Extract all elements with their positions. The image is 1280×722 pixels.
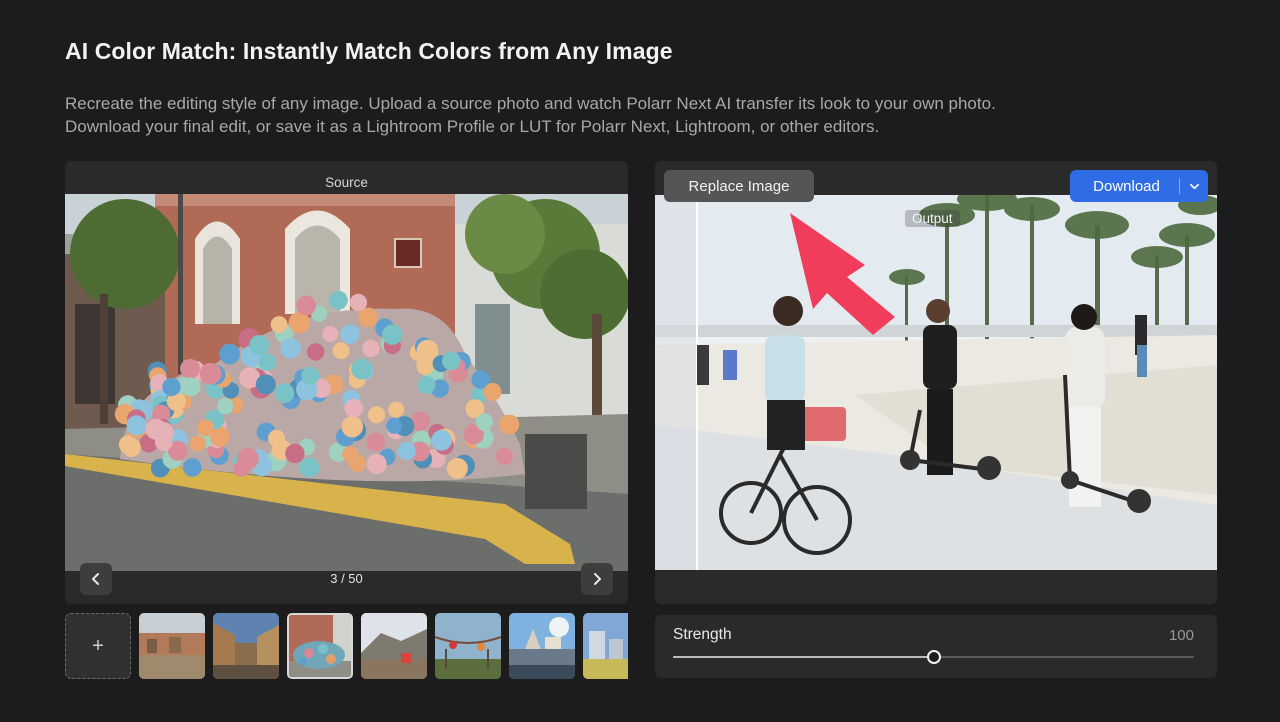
balloon [285, 443, 305, 464]
balloon [496, 447, 513, 465]
strength-value: 100 [1168, 627, 1194, 644]
thumbnail[interactable] [139, 613, 205, 679]
balloon [183, 458, 202, 477]
balloon [280, 338, 301, 359]
balloon [475, 413, 494, 431]
balloon [342, 446, 359, 463]
balloon [180, 358, 200, 379]
balloon [122, 438, 141, 457]
thumbnail[interactable] [361, 613, 427, 679]
output-label: Output [905, 210, 960, 227]
download-options-button[interactable] [1180, 181, 1208, 192]
thumbnail-strip: + [65, 613, 628, 679]
balloon [258, 353, 276, 371]
page-description: Recreate the editing style of any image.… [65, 92, 1185, 138]
balloon [362, 339, 380, 358]
page-title: AI Color Match: Instantly Match Colors f… [65, 38, 673, 64]
thumbnail-selected[interactable] [287, 613, 353, 679]
balloon [162, 377, 181, 397]
balloon [344, 398, 364, 418]
balloon [237, 448, 259, 470]
balloon [441, 351, 461, 371]
balloon [386, 417, 403, 434]
source-panel: Source 3 / 50 [65, 161, 628, 604]
balloon [388, 401, 405, 418]
balloon [431, 429, 452, 451]
next-image-button[interactable] [581, 563, 613, 595]
balloon [349, 293, 368, 312]
balloon [126, 415, 147, 436]
balloon [322, 325, 339, 342]
balloon [249, 335, 270, 356]
chevron-right-icon [594, 573, 601, 585]
balloon [446, 457, 468, 479]
balloon [499, 414, 520, 435]
balloon [366, 453, 387, 474]
balloon [417, 376, 436, 394]
balloon [332, 342, 350, 360]
balloon [299, 457, 320, 478]
thumbnail[interactable] [509, 613, 575, 679]
balloon [270, 316, 288, 333]
balloon [199, 362, 222, 385]
strength-panel: Strength 100 [655, 615, 1217, 678]
balloon [197, 419, 214, 437]
description-line-2: Download your final edit, or save it as … [65, 117, 880, 136]
balloon [154, 433, 173, 451]
source-label: Source [325, 175, 368, 190]
thumbnail[interactable] [435, 613, 501, 679]
balloon [307, 343, 325, 361]
download-button[interactable]: Download [1070, 170, 1208, 202]
balloon [368, 406, 386, 424]
balloon [255, 374, 276, 395]
balloon [351, 358, 373, 380]
chevron-down-icon [1189, 183, 1199, 189]
balloon [483, 383, 502, 401]
output-panel: Replace Image Output Download [655, 161, 1217, 604]
balloon [189, 435, 206, 452]
download-label: Download [1093, 177, 1160, 195]
balloon [296, 295, 316, 316]
balloon [382, 324, 403, 345]
balloon [340, 324, 360, 344]
strength-label: Strength [673, 626, 732, 643]
strength-slider-fill [673, 656, 934, 658]
source-image [65, 194, 628, 571]
add-source-button[interactable]: + [65, 613, 131, 679]
balloon [416, 356, 435, 375]
balloon [329, 290, 348, 310]
output-image [655, 195, 1217, 570]
balloon [274, 383, 295, 403]
balloon [301, 366, 320, 385]
balloon [341, 416, 363, 438]
image-counter: 3 / 50 [330, 571, 363, 586]
replace-image-button[interactable]: Replace Image [664, 170, 814, 202]
balloon [216, 397, 234, 415]
balloon [219, 343, 241, 365]
balloon [181, 377, 201, 397]
balloon [366, 432, 386, 452]
description-line-1: Recreate the editing style of any image.… [65, 94, 996, 113]
strength-slider-handle[interactable] [926, 650, 941, 664]
strength-slider[interactable] [673, 650, 1194, 664]
balloon [397, 441, 416, 461]
thumbnail[interactable] [213, 613, 279, 679]
thumbnail[interactable] [583, 613, 628, 679]
